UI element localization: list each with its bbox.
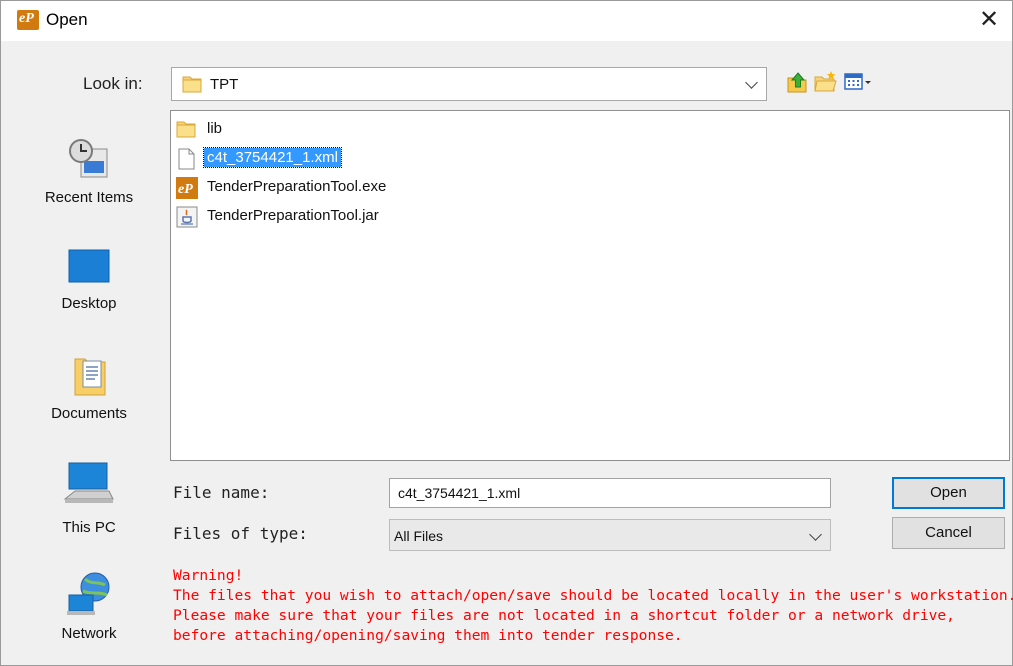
place-label: Network <box>61 625 117 642</box>
place-label: Desktop <box>61 295 117 312</box>
new-folder-icon[interactable] <box>813 69 837 95</box>
chevron-down-icon <box>809 528 822 541</box>
place-desktop[interactable]: Desktop <box>23 249 155 319</box>
documents-icon <box>73 355 107 402</box>
chevron-down-icon <box>745 76 758 89</box>
warning-line: Please make sure that your files are not… <box>173 607 955 624</box>
place-recent-items[interactable]: Recent Items <box>23 133 155 213</box>
open-dialog: eP Open ✕ Look in: TPT Recent Items Desk… <box>0 0 1013 666</box>
look-in-value: TPT <box>210 76 239 93</box>
view-menu-icon[interactable] <box>843 69 873 95</box>
close-button[interactable]: ✕ <box>974 5 1004 35</box>
place-label: This PC <box>62 519 116 536</box>
place-network[interactable]: Network <box>23 569 155 649</box>
desktop-icon <box>68 249 110 288</box>
places-bar: Recent Items Desktop Documents This PC N… <box>23 107 155 657</box>
file-name: TenderPreparationTool.exe <box>207 178 387 195</box>
look-in-label: Look in: <box>83 74 143 93</box>
look-in-dropdown[interactable]: TPT <box>171 67 767 101</box>
file-name: TenderPreparationTool.jar <box>207 207 379 224</box>
title-bar: eP Open ✕ <box>1 1 1012 41</box>
warning-line: before attaching/opening/saving them int… <box>173 627 683 644</box>
xml-file-icon <box>176 148 196 175</box>
file-type-dropdown[interactable]: All Files <box>389 519 831 551</box>
place-label: Documents <box>51 405 127 422</box>
place-label: Recent Items <box>44 189 134 206</box>
recent-items-icon <box>67 137 111 186</box>
this-pc-icon <box>63 461 115 512</box>
network-icon <box>67 571 113 622</box>
warning-title: Warning! <box>173 567 244 584</box>
file-list[interactable]: lib c4t_3754421_1.xml eP TenderPreparati… <box>170 110 1010 461</box>
jar-file-icon <box>176 206 198 233</box>
file-name-label: File name: <box>173 483 270 502</box>
file-type-label: Files of type: <box>173 524 308 543</box>
file-name: c4t_3754421_1.xml <box>203 147 342 168</box>
cancel-button[interactable]: Cancel <box>892 517 1005 549</box>
warning-message: Warning! The files that you wish to attac… <box>173 566 1013 646</box>
file-name-input[interactable]: c4t_3754421_1.xml <box>389 478 831 508</box>
file-name: lib <box>207 120 223 137</box>
folder-icon <box>176 119 196 144</box>
place-this-pc[interactable]: This PC <box>23 461 155 541</box>
up-folder-icon[interactable] <box>785 69 809 95</box>
window-title: Open <box>46 10 88 29</box>
exe-app-icon: eP <box>176 177 198 204</box>
file-type-value: All Files <box>394 528 444 544</box>
warning-line: The files that you wish to attach/open/s… <box>173 587 1013 604</box>
svg-text:eP: eP <box>178 182 193 197</box>
place-documents[interactable]: Documents <box>23 355 155 425</box>
folder-icon <box>182 74 202 99</box>
app-icon: eP <box>17 10 39 30</box>
open-button[interactable]: Open <box>892 477 1005 509</box>
